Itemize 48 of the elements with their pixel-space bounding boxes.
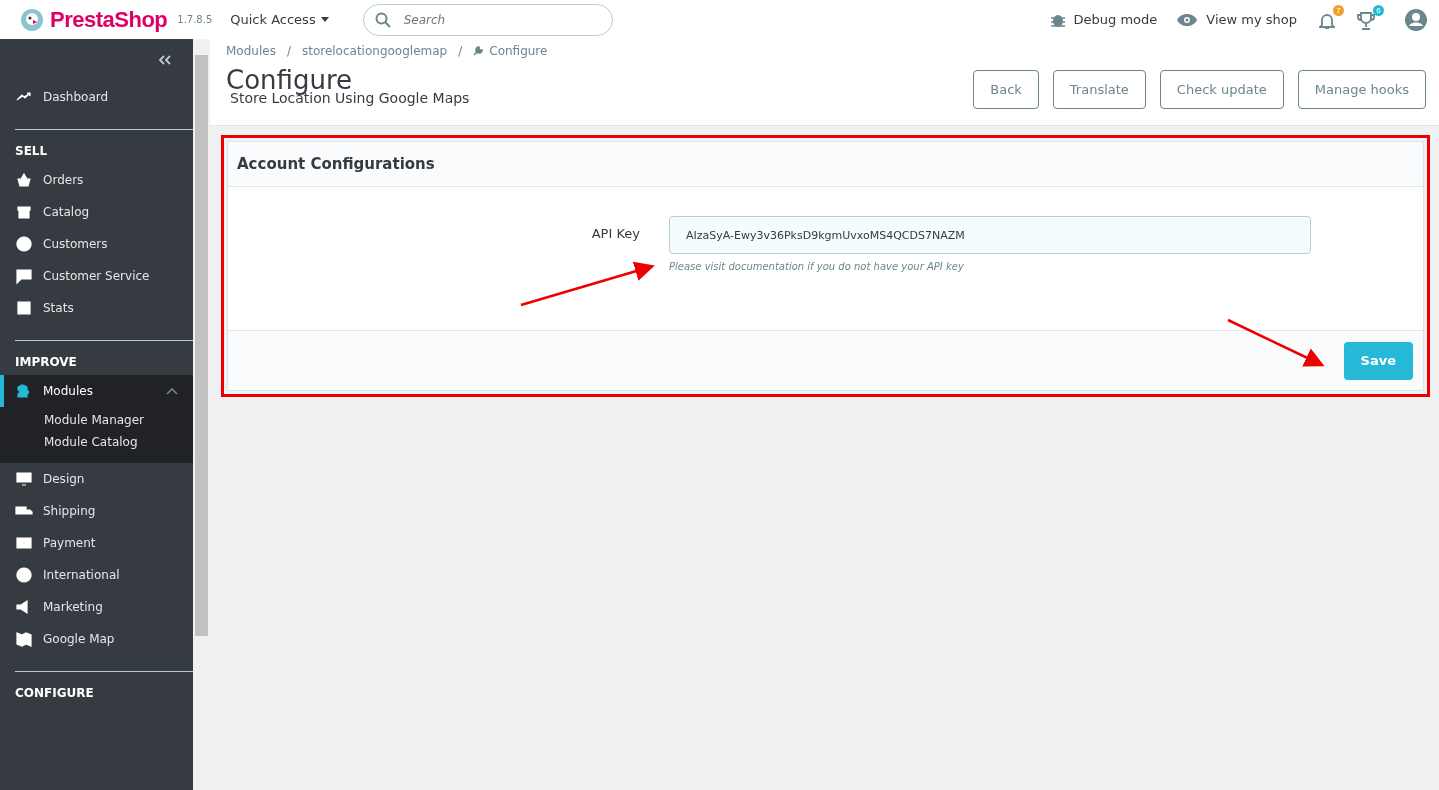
breadcrumb-link[interactable]: Configure: [489, 44, 548, 58]
sidebar-item[interactable]: Modules: [0, 375, 193, 407]
bell-icon: [1319, 12, 1335, 30]
api-key-field[interactable]: AIzaSyA-Ewy3v36PksD9kgmUvxoMS4QCDS7NAZM: [669, 216, 1311, 254]
sidebar-item[interactable]: Orders: [0, 164, 193, 196]
sidebar-item[interactable]: Shipping: [0, 495, 193, 527]
toolbar-button[interactable]: Translate: [1052, 70, 1146, 109]
debug-mode-link[interactable]: Debug mode: [1050, 11, 1158, 28]
sidebar-item[interactable]: Catalog: [0, 196, 193, 228]
submenu-item[interactable]: Module Catalog: [0, 431, 193, 453]
quick-access-dropdown[interactable]: Quick Access: [224, 11, 335, 28]
version-text: 1.7.8.5: [177, 14, 213, 25]
sidebar-heading: CONFIGURE: [14, 685, 95, 702]
view-shop-link[interactable]: View my shop: [1177, 12, 1297, 27]
notification-count-badge: 7: [1333, 5, 1344, 16]
collapse-icon[interactable]: [158, 55, 171, 65]
breadcrumb-link[interactable]: Modules: [226, 44, 276, 58]
trophy-icon: [1357, 12, 1375, 30]
toolbar-button[interactable]: Manage hooks: [1297, 70, 1426, 109]
toolbar-button[interactable]: Check update: [1159, 70, 1284, 109]
page-title: Configure: [226, 66, 352, 94]
breadcrumb-separator: /: [286, 44, 291, 58]
field-label: API Key: [590, 225, 640, 243]
breadcrumb-separator: /: [458, 44, 463, 58]
sidebar-item[interactable]: Customer Service: [0, 260, 193, 292]
sidebar-item[interactable]: Stats: [0, 292, 193, 324]
breadcrumb-link[interactable]: storelocationgooglemap: [301, 44, 448, 58]
sidebar-item[interactable]: Marketing: [0, 591, 193, 623]
puffin-logo-icon: [20, 7, 44, 32]
sidebar-item[interactable]: International: [0, 559, 193, 591]
logo-text[interactable]: PrestaShop: [50, 6, 168, 33]
wrench-icon: [473, 46, 484, 56]
toolbar-button[interactable]: Back: [973, 70, 1039, 109]
sidebar-item[interactable]: Customers: [0, 228, 193, 260]
sidebar-heading: IMPROVE: [14, 354, 78, 371]
search-field[interactable]: Search: [362, 3, 613, 36]
sidebar-heading: SELL: [14, 143, 49, 160]
submenu-item[interactable]: Module Manager: [0, 409, 193, 431]
user-avatar-icon[interactable]: [1405, 8, 1427, 31]
sidebar-item[interactable]: Design: [0, 463, 193, 495]
sidebar-item[interactable]: Google Map: [0, 623, 193, 655]
help-text: Please visit documentation if you do not have your API key: [669, 261, 965, 272]
panel-title: Account Configurations: [228, 142, 1423, 187]
eye-icon: [1177, 12, 1198, 27]
sidebar-item[interactable]: Payment: [0, 527, 193, 559]
sidebar-item[interactable]: Dashboard: [0, 81, 193, 113]
trophy-count-badge: 6: [1373, 5, 1384, 16]
caret-icon: [320, 17, 329, 22]
